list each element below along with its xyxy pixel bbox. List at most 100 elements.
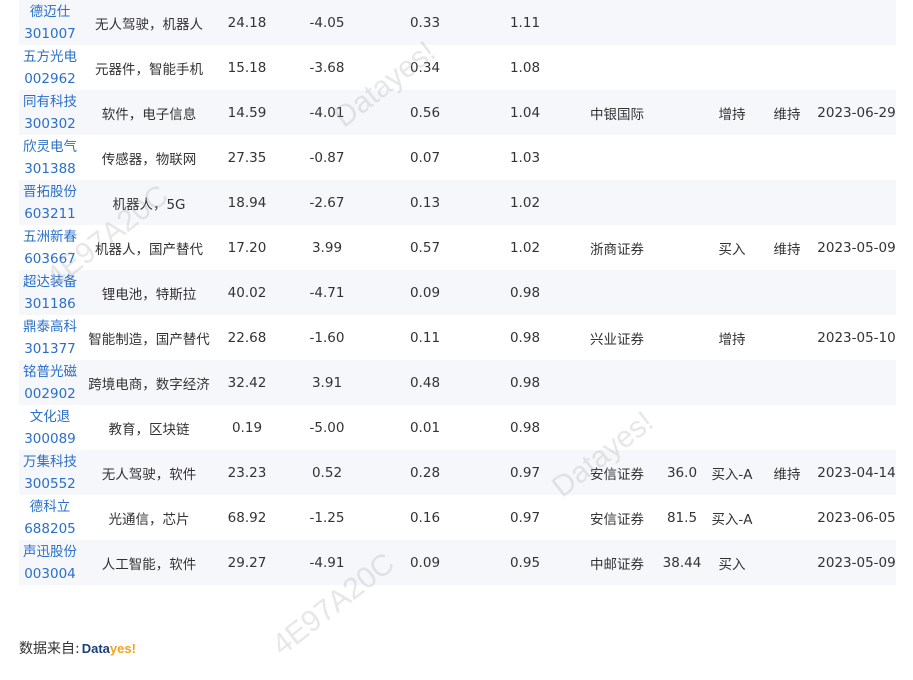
change-cell: -2.67 [277, 180, 377, 225]
stock-code-link[interactable]: 300552 [19, 473, 81, 495]
date-cell: 2023-06-05 [817, 495, 896, 540]
stock-name-link[interactable]: 鼎泰高科 [19, 316, 81, 338]
date-cell: 2023-06-29 [817, 90, 896, 135]
rating-cell [707, 180, 757, 225]
value2-cell: 1.03 [473, 135, 577, 180]
rating-cell [707, 405, 757, 450]
change-cell: -5.00 [277, 405, 377, 450]
stock-name-link[interactable]: 超达装备 [19, 271, 81, 293]
stock-name-link[interactable]: 铭普光磁 [19, 361, 81, 383]
price-cell: 18.94 [217, 180, 277, 225]
rating-change-cell [757, 45, 817, 90]
stock-code-link[interactable]: 603211 [19, 203, 81, 225]
change-cell: -4.71 [277, 270, 377, 315]
datayes-logo: Datayes! [82, 641, 136, 656]
stock-name-link[interactable]: 德科立 [19, 496, 81, 518]
concept-cell: 智能制造，国产替代 [81, 315, 217, 360]
value2-cell: 0.97 [473, 495, 577, 540]
stock-name-link[interactable]: 德迈仕 [19, 1, 81, 23]
date-cell: 2023-05-10 [817, 315, 896, 360]
price-cell: 17.20 [217, 225, 277, 270]
stock-name-link[interactable]: 晋拓股份 [19, 181, 81, 203]
stock-name-cell: 文化退 300089 [19, 405, 81, 450]
stock-code-link[interactable]: 002902 [19, 383, 81, 405]
broker-cell: 兴业证券 [577, 315, 657, 360]
stock-code-link[interactable]: 301388 [19, 158, 81, 180]
rating-cell: 增持 [707, 315, 757, 360]
broker-cell: 安信证券 [577, 495, 657, 540]
target-price-cell: 81.5 [657, 495, 707, 540]
value2-cell: 0.98 [473, 360, 577, 405]
rating-change-cell: 维持 [757, 225, 817, 270]
target-price-cell [657, 270, 707, 315]
price-cell: 29.27 [217, 540, 277, 585]
value1-cell: 0.16 [377, 495, 473, 540]
stock-code-link[interactable]: 603667 [19, 248, 81, 270]
target-price-cell [657, 135, 707, 180]
stock-name-link[interactable]: 五洲新春 [19, 226, 81, 248]
date-cell [817, 360, 896, 405]
broker-cell: 浙商证券 [577, 225, 657, 270]
stock-code-link[interactable]: 300089 [19, 428, 81, 450]
value1-cell: 0.48 [377, 360, 473, 405]
date-cell: 2023-04-14 [817, 450, 896, 495]
date-cell [817, 45, 896, 90]
table-row: 同有科技 300302 软件，电子信息 14.59 -4.01 0.56 1.04 中银国际 增… [19, 90, 896, 135]
price-cell: 15.18 [217, 45, 277, 90]
stock-code-link[interactable]: 301377 [19, 338, 81, 360]
change-cell: 3.91 [277, 360, 377, 405]
table-row: 万集科技 300552 无人驾驶，软件 23.23 0.52 0.28 0.97 安信证券 36… [19, 450, 896, 495]
stock-name-link[interactable]: 五方光电 [19, 46, 81, 68]
table-row: 欣灵电气 301388 传感器，物联网 27.35 -0.87 0.07 1.03 [19, 135, 896, 180]
change-cell: -4.05 [277, 0, 377, 45]
rating-change-cell [757, 405, 817, 450]
stock-name-link[interactable]: 同有科技 [19, 91, 81, 113]
date-cell [817, 405, 896, 450]
value2-cell: 1.04 [473, 90, 577, 135]
logo-text-yes: yes! [109, 640, 136, 656]
target-price-cell: 36.0 [657, 450, 707, 495]
value1-cell: 0.28 [377, 450, 473, 495]
change-cell: -1.25 [277, 495, 377, 540]
stock-name-cell: 鼎泰高科 301377 [19, 315, 81, 360]
target-price-cell [657, 0, 707, 45]
stock-name-link[interactable]: 声迅股份 [19, 541, 81, 563]
table-row: 声迅股份 003004 人工智能，软件 29.27 -4.91 0.09 0.95 中邮证券 3… [19, 540, 896, 585]
change-cell: 0.52 [277, 450, 377, 495]
price-cell: 22.68 [217, 315, 277, 360]
concept-cell: 锂电池，特斯拉 [81, 270, 217, 315]
stock-name-cell: 晋拓股份 603211 [19, 180, 81, 225]
table-row: 晋拓股份 603211 机器人，5G 18.94 -2.67 0.13 1.02 [19, 180, 896, 225]
broker-cell [577, 135, 657, 180]
price-cell: 68.92 [217, 495, 277, 540]
rating-cell: 买入 [707, 225, 757, 270]
target-price-cell [657, 360, 707, 405]
stock-code-link[interactable]: 300302 [19, 113, 81, 135]
rating-cell: 买入 [707, 540, 757, 585]
value2-cell: 0.95 [473, 540, 577, 585]
price-cell: 40.02 [217, 270, 277, 315]
stock-code-link[interactable]: 688205 [19, 518, 81, 540]
stock-name-cell: 万集科技 300552 [19, 450, 81, 495]
stock-name-link[interactable]: 万集科技 [19, 451, 81, 473]
rating-change-cell [757, 270, 817, 315]
stock-name-link[interactable]: 欣灵电气 [19, 136, 81, 158]
stock-name-link[interactable]: 文化退 [19, 406, 81, 428]
stock-code-link[interactable]: 003004 [19, 563, 81, 585]
rating-change-cell [757, 360, 817, 405]
concept-cell: 传感器，物联网 [81, 135, 217, 180]
stock-name-cell: 五洲新春 603667 [19, 225, 81, 270]
concept-cell: 机器人，国产替代 [81, 225, 217, 270]
value1-cell: 0.34 [377, 45, 473, 90]
concept-cell: 无人驾驶，软件 [81, 450, 217, 495]
value1-cell: 0.09 [377, 540, 473, 585]
stock-code-link[interactable]: 301007 [19, 23, 81, 45]
broker-cell [577, 45, 657, 90]
value2-cell: 0.98 [473, 315, 577, 360]
change-cell: 3.99 [277, 225, 377, 270]
broker-cell [577, 0, 657, 45]
target-price-cell [657, 180, 707, 225]
value1-cell: 0.01 [377, 405, 473, 450]
stock-code-link[interactable]: 002962 [19, 68, 81, 90]
stock-code-link[interactable]: 301186 [19, 293, 81, 315]
